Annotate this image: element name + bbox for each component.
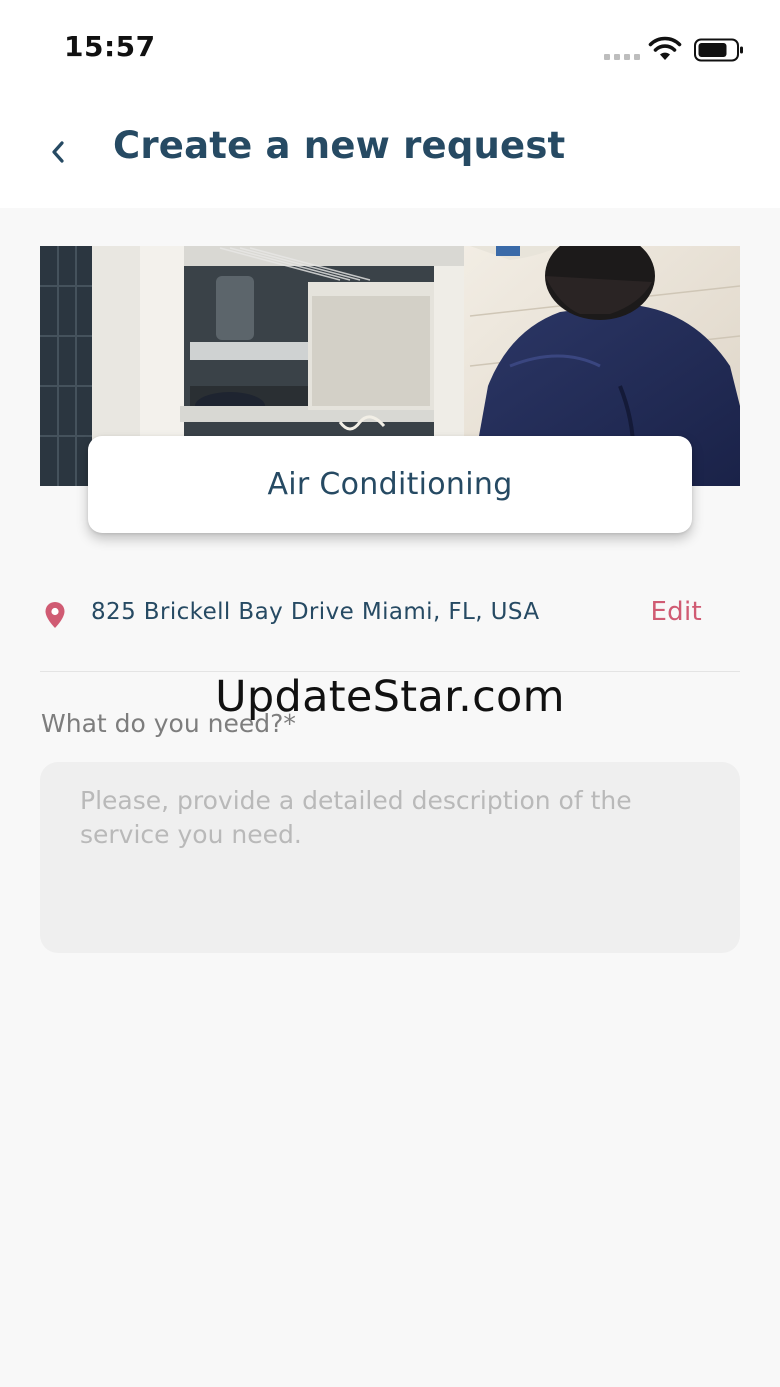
description-input[interactable] [40, 762, 740, 953]
wifi-icon [648, 36, 682, 60]
status-time: 15:57 [64, 30, 156, 63]
status-bar: 15:57 [0, 0, 780, 100]
service-category-card[interactable]: Air Conditioning [88, 436, 692, 533]
address-row: 825 Brickell Bay Drive Miami, FL, USA Ed… [40, 585, 740, 643]
service-category-label: Air Conditioning [267, 467, 513, 502]
nav-header: Create a new request [0, 100, 780, 208]
cellular-signal-icon [604, 54, 640, 60]
edit-address-button[interactable]: Edit [650, 597, 702, 627]
page-title: Create a new request [113, 124, 566, 167]
address-text: 825 Brickell Bay Drive Miami, FL, USA [91, 599, 540, 625]
watermark-text: UpdateStar.com [215, 672, 565, 722]
screen: 15:57 Create a new request Air Condition… [0, 0, 780, 1387]
battery-icon [694, 38, 743, 62]
back-button[interactable] [38, 130, 78, 174]
chevron-left-icon [52, 141, 64, 163]
map-pin-icon [45, 602, 65, 628]
